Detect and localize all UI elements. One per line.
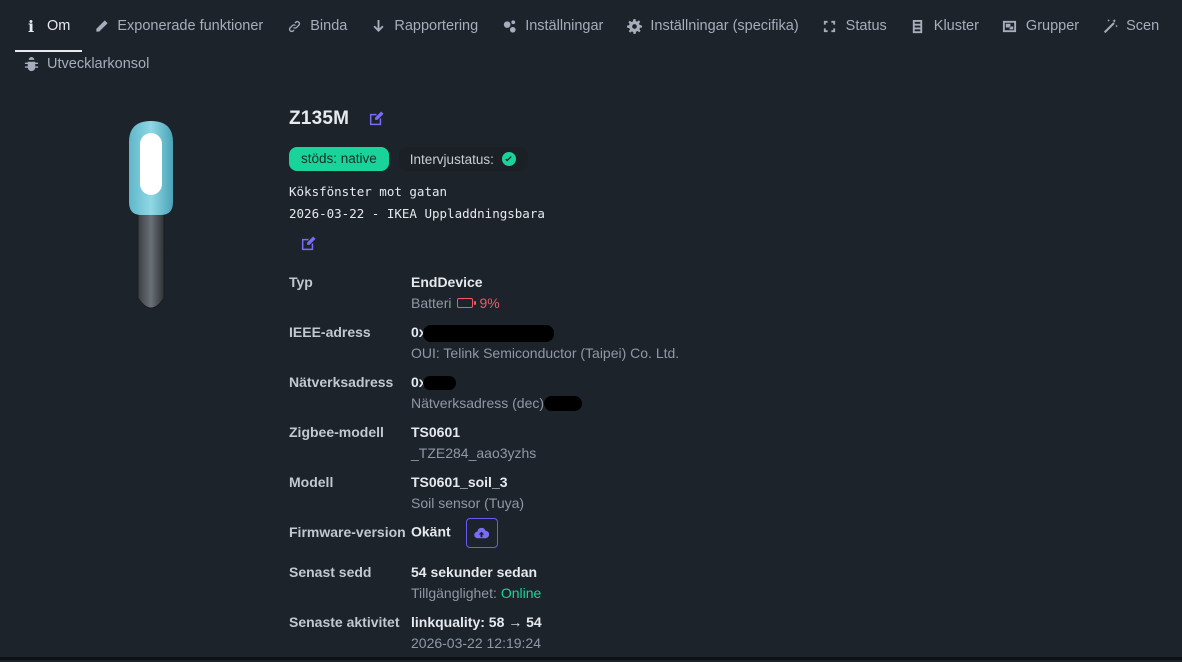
tab-groups[interactable]: Grupper	[994, 6, 1091, 46]
edit-icon	[301, 236, 316, 251]
interview-label: Intervjustatus:	[409, 151, 494, 167]
device-title: Z135M	[289, 108, 385, 130]
device-name: Z135M	[289, 108, 350, 129]
network-address-dec: Nätverksadress (dec):	[411, 392, 582, 414]
tab-scene[interactable]: Scen	[1094, 6, 1171, 46]
object-group-icon	[1002, 18, 1018, 34]
info-row-ieee: IEEE-adress 0x OUI: Telink Semiconductor…	[289, 322, 679, 372]
refresh-icon	[822, 18, 838, 34]
availability-status: Online	[500, 585, 542, 601]
redaction-mark	[422, 376, 456, 391]
tab-reporting[interactable]: Rapportering	[362, 6, 490, 46]
network-address: 0x	[411, 372, 582, 392]
tab-dev-console[interactable]: Utvecklarkonsol	[15, 44, 161, 84]
tab-label: Inställningar (specifika)	[650, 18, 799, 34]
tab-settings[interactable]: Inställningar	[493, 6, 615, 46]
tab-label: Om	[47, 18, 71, 34]
redaction-mark	[543, 395, 582, 411]
info-label: Firmware-version	[289, 524, 406, 540]
tab-label: Scen	[1126, 18, 1160, 34]
cogs-icon	[501, 18, 517, 34]
tab-state[interactable]: Status	[814, 6, 899, 46]
tab-label: Utvecklarkonsol	[47, 56, 150, 72]
ieee-address: 0x	[411, 322, 679, 342]
availability: Tillgänglighet: Online	[411, 582, 541, 604]
battery-indicator: 9%	[457, 292, 500, 314]
status-badges: stöds: native Intervjustatus:	[289, 147, 528, 171]
tab-row-secondary: Utvecklarkonsol	[0, 49, 1182, 79]
info-label: Modell	[289, 474, 334, 490]
cloud-upload-icon	[474, 527, 490, 538]
tab-label: Binda	[310, 18, 348, 34]
tab-label: Kluster	[933, 18, 979, 34]
edit-icon	[370, 111, 384, 126]
info-label: Nätverksadress	[289, 374, 394, 390]
manufacturer-name: _TZE284_aao3yzhs	[411, 445, 537, 461]
info-icon: i	[27, 16, 35, 36]
device-info-table: Typ EndDevice Batteri 9% IEEE-adress 0x …	[289, 272, 679, 662]
info-label: Senast sedd	[289, 564, 372, 580]
check-firmware-update-button[interactable]	[465, 518, 498, 548]
tab-label: Exponerade funktioner	[117, 18, 264, 34]
tab-about[interactable]: i Om	[15, 6, 83, 52]
pencil-icon	[93, 18, 109, 34]
check-icon	[501, 152, 516, 166]
tab-clusters[interactable]: Kluster	[902, 6, 991, 46]
arrow-down-icon	[370, 18, 386, 34]
firmware-version: Okänt	[411, 523, 451, 540]
tab-bind[interactable]: Binda	[278, 6, 359, 46]
tab-settings-specific[interactable]: Inställningar (specifika)	[618, 6, 810, 46]
last-activity-timestamp: 2026-03-22 12:19:24	[411, 635, 541, 651]
info-row-last-activity: Senaste aktivitet linkquality: 58 → 54 2…	[289, 612, 679, 662]
info-label: IEEE-adress	[289, 324, 371, 340]
battery-level: 9%	[479, 295, 500, 311]
info-row-model: Modell TS0601_soil_3 Soil sensor (Tuya)	[289, 472, 679, 522]
description-line: Köksfönster mot gatan	[289, 184, 448, 199]
device-type: EndDevice	[411, 274, 483, 290]
battery-icon	[457, 298, 477, 308]
edit-name-button[interactable]	[369, 111, 385, 127]
interview-status-badge: Intervjustatus:	[398, 147, 528, 171]
info-label: Senaste aktivitet	[289, 614, 400, 630]
info-row-last-seen: Senast sedd 54 sekunder sedan Tillgängli…	[289, 562, 679, 612]
support-badge: stöds: native	[289, 147, 389, 171]
info-row-type: Typ EndDevice Batteri 9%	[289, 272, 679, 322]
magic-wand-icon	[1102, 18, 1118, 34]
tab-label: Inställningar	[525, 18, 604, 34]
tab-bar: i Om Exponerade funktioner Binda Rapport…	[0, 0, 1182, 79]
link-icon	[286, 18, 302, 34]
tab-label: Status	[845, 18, 887, 34]
model-description: Soil sensor (Tuya)	[411, 495, 525, 511]
last-seen: 54 sekunder sedan	[411, 564, 538, 580]
tab-row-primary: i Om Exponerade funktioner Binda Rapport…	[0, 0, 1182, 52]
tab-label: Rapportering	[394, 18, 479, 34]
info-row-network: Nätverksadress 0x Nätverksadress (dec):	[289, 372, 679, 422]
zigbee-model: TS0601	[411, 424, 461, 440]
description-line: 2026-03-22 - IKEA Uppladdningsbara	[289, 206, 545, 221]
info-label: Zigbee-modell	[289, 424, 384, 440]
power-source: Batteri 9%	[411, 292, 500, 314]
device-description: Köksfönster mot gatan 2026-03-22 - IKEA …	[289, 181, 545, 225]
info-label: Typ	[289, 274, 313, 290]
model: TS0601_soil_3	[411, 474, 508, 490]
gear-icon	[626, 18, 642, 34]
tab-label: Grupper	[1025, 18, 1080, 34]
tab-exposes[interactable]: Exponerade funktioner	[85, 6, 275, 46]
server-icon	[910, 18, 926, 34]
bug-icon	[23, 56, 39, 72]
ieee-oui: OUI: Telink Semiconductor (Taipei) Co. L…	[411, 345, 680, 361]
device-image	[129, 121, 173, 309]
info-row-firmware: Firmware-version Okänt	[289, 518, 679, 562]
redaction-mark	[422, 324, 554, 342]
last-activity: linkquality: 58 → 54	[411, 614, 542, 630]
info-row-zigbee-model: Zigbee-modell TS0601 _TZE284_aao3yzhs	[289, 422, 679, 472]
edit-description-button[interactable]	[301, 236, 317, 252]
